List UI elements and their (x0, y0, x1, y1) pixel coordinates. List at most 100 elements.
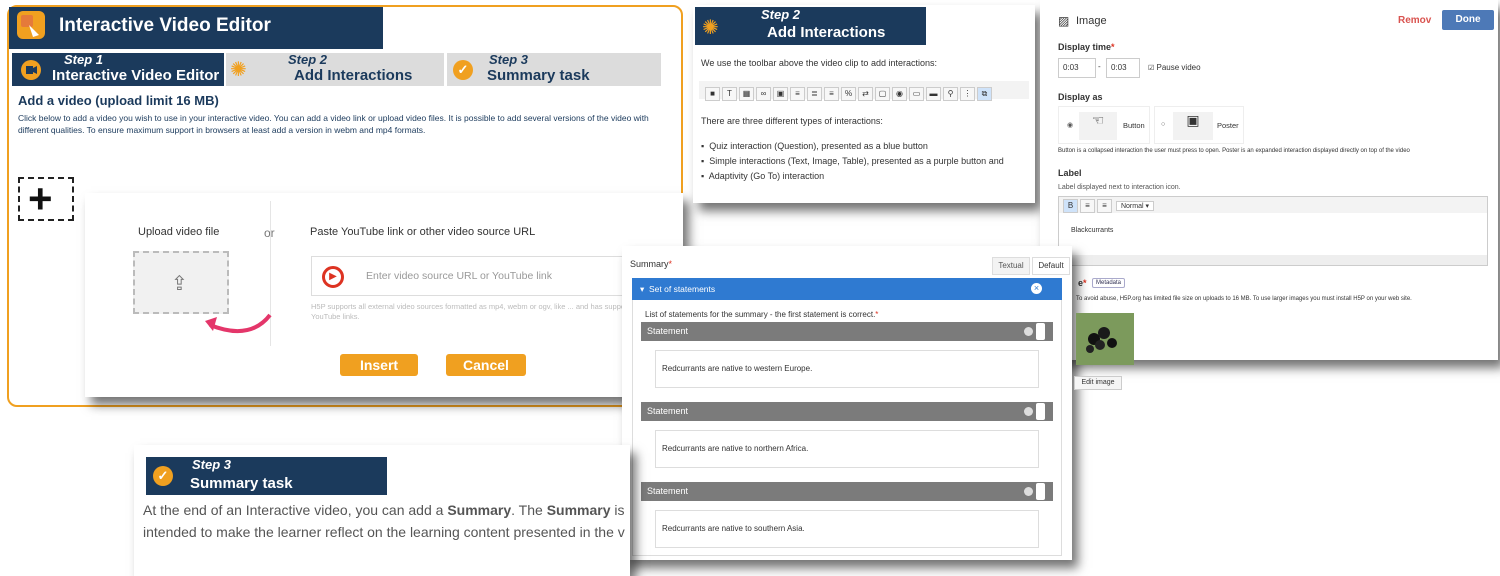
plus-icon: + (28, 175, 53, 222)
step-3-label: Summary task (487, 67, 590, 84)
add-video-heading: Add a video (upload limit 16 MB) (18, 93, 219, 108)
add-button[interactable]: + (18, 175, 74, 222)
youtube-icon: ▶ (322, 266, 344, 288)
remove-statement-icon[interactable] (1024, 327, 1033, 336)
button-option-icon: ☜ (1079, 112, 1117, 140)
time-from-input[interactable]: 0:03 (1058, 58, 1096, 78)
bold-icon[interactable]: B (1063, 199, 1078, 213)
editor-logo-icon (17, 11, 45, 39)
format-select[interactable]: Normal ▾ (1115, 201, 1154, 211)
table-tool-icon[interactable]: ▦ (739, 87, 754, 101)
fill-tool-icon[interactable]: ▭ (909, 87, 924, 101)
editor-title: Interactive Video Editor (59, 15, 271, 36)
align-right-icon[interactable]: ≡ (1097, 199, 1112, 213)
label-editor[interactable]: B≡≡ Normal ▾ Blackcurrants p (1058, 196, 1488, 266)
step-1-label: Interactive Video Editor (52, 67, 220, 84)
image-settings-panel: ▨ Image Remov Done Display time* 0:03 - … (1040, 0, 1498, 360)
video-camera-icon (21, 60, 41, 80)
step-3-banner-num: Step 3 (192, 457, 232, 472)
upload-file-icon: ⇪ (171, 273, 188, 295)
pause-video-checkbox[interactable]: ☑ Pause video (1148, 63, 1201, 72)
list-item: ▪ Simple interactions (Text, Image, Tabl… (701, 156, 1004, 166)
upload-dialog: Upload video file or ⇪ Paste YouTube lin… (85, 193, 683, 397)
checkmark-icon: ✓ (453, 60, 473, 80)
step-2-banner-num: Step 2 (761, 7, 801, 22)
statement-field[interactable]: Redcurrants are native to northern Afric… (655, 430, 1039, 468)
interaction-toolbar[interactable]: ■ T ▦ ∞ ▣ ≡ ≣ ≡% ⇄ ▢ ◉ ▭ ▬ ⚲ ⋮ ⧉ (699, 81, 1029, 101)
list-description: List of statements for the summary - the… (645, 310, 879, 319)
tab-step-1[interactable]: Step 1 Interactive Video Editor (12, 53, 224, 86)
cancel-button[interactable]: Cancel (446, 354, 526, 376)
text-tool-icon[interactable]: T (722, 87, 737, 101)
statement-header[interactable]: Statement (641, 402, 1053, 421)
percent-tool-icon[interactable]: % (841, 87, 856, 101)
list3-tool-icon[interactable]: ≡ (824, 87, 839, 101)
hotspot-tool-icon[interactable]: ⚲ (943, 87, 958, 101)
paste-label: Paste YouTube link or other video source… (310, 226, 536, 238)
add-video-description: Click below to add a video you wish to u… (18, 113, 649, 135)
pointer-arrow (205, 313, 272, 333)
lightbulb-icon: ✺ (230, 59, 247, 81)
tab-step-2[interactable]: ✺ Step 2 Add Interactions (226, 53, 444, 86)
time-to-input[interactable]: 0:03 (1106, 58, 1140, 78)
eye-tool-icon[interactable]: ◉ (892, 87, 907, 101)
reorder-icon[interactable] (1036, 323, 1045, 340)
step-1-num: Step 1 (64, 52, 104, 67)
tab-textual[interactable]: Textual (992, 257, 1030, 275)
label-description: Label displayed next to interaction icon… (1058, 184, 1181, 191)
insert-button[interactable]: Insert (340, 354, 418, 376)
statement-header[interactable]: Statement (641, 482, 1053, 501)
option-button-radio[interactable]: ◉ ☜ Button (1058, 106, 1150, 144)
link-tool-icon[interactable]: ∞ (756, 87, 771, 101)
url-input-placeholder: Enter video source URL or YouTube link (366, 270, 552, 282)
editor-title-bar: Interactive Video Editor (9, 7, 383, 49)
statement-field[interactable]: Redcurrants are native to western Europe… (655, 350, 1039, 388)
statement-field[interactable]: Redcurrants are native to southern Asia. (655, 510, 1039, 548)
step-3-num: Step 3 (489, 52, 529, 67)
types-intro: There are three different types of inter… (701, 116, 883, 126)
summary-editor-panel: Summary* Textual Default ▾ Set of statem… (622, 246, 1072, 560)
toolbar-intro: We use the toolbar above the video clip … (701, 58, 937, 68)
list2-tool-icon[interactable]: ≣ (807, 87, 822, 101)
tab-step-3[interactable]: ✓ Step 3 Summary task (447, 53, 661, 86)
summary-label: Summary* (630, 259, 673, 269)
reorder-icon[interactable] (1036, 483, 1045, 500)
remove-statement-icon[interactable] (1024, 407, 1033, 416)
summary-task-panel: ✓ Step 3 Summary task At the end of an I… (134, 445, 630, 576)
image-thumbnail[interactable] (1076, 313, 1134, 365)
lightbulb-icon: ✺ (702, 17, 719, 39)
list-tool-icon[interactable]: ≡ (790, 87, 805, 101)
image-field-label: e* (1078, 278, 1087, 288)
metadata-button[interactable]: Metadata (1092, 278, 1126, 288)
toolbar-tool-icon[interactable]: ■ (705, 87, 720, 101)
done-button[interactable]: Done (1442, 10, 1494, 30)
list-item: ▪ Quiz interaction (Question), presented… (701, 141, 928, 151)
image-tool-icon[interactable]: ▣ (773, 87, 788, 101)
drag-tool-icon[interactable]: ⇄ (858, 87, 873, 101)
time-separator: - (1098, 62, 1101, 71)
display-as-label: Display as (1058, 92, 1103, 102)
remove-set-icon[interactable]: × (1031, 283, 1042, 294)
tab-default[interactable]: Default (1032, 257, 1070, 275)
set-of-statements-header[interactable]: ▾ Set of statements × (632, 278, 1062, 300)
step-3-banner: ✓ Step 3 Summary task (146, 457, 387, 495)
chat-tool-icon[interactable]: ▢ (875, 87, 890, 101)
remove-statement-icon[interactable] (1024, 487, 1033, 496)
goto-tool-icon[interactable]: ⧉ (977, 87, 992, 101)
align-center-icon[interactable]: ≡ (1080, 199, 1095, 213)
list-item: ▪ Adaptivity (Go To) interaction (701, 171, 825, 181)
types-list: ▪ Quiz interaction (Question), presented… (701, 139, 1004, 184)
option-poster-radio[interactable]: ○ ▣ Poster (1154, 106, 1244, 144)
editor-status: p (1059, 255, 1487, 265)
panel-title: Image (1076, 15, 1107, 27)
mark-tool-icon[interactable]: ▬ (926, 87, 941, 101)
more-tool-icon[interactable]: ⋮ (960, 87, 975, 101)
edit-image-button[interactable]: Edit image (1074, 376, 1122, 390)
step-2-num: Step 2 (288, 52, 328, 67)
reorder-icon[interactable] (1036, 403, 1045, 420)
step-2-banner: ✺ Step 2 Add Interactions (695, 7, 926, 45)
abuse-notice: To avoid abuse, H5P.org has limited file… (1076, 296, 1412, 302)
upload-label: Upload video file (138, 226, 220, 238)
remove-button[interactable]: Remov (1398, 15, 1431, 26)
statement-header[interactable]: Statement (641, 322, 1053, 341)
